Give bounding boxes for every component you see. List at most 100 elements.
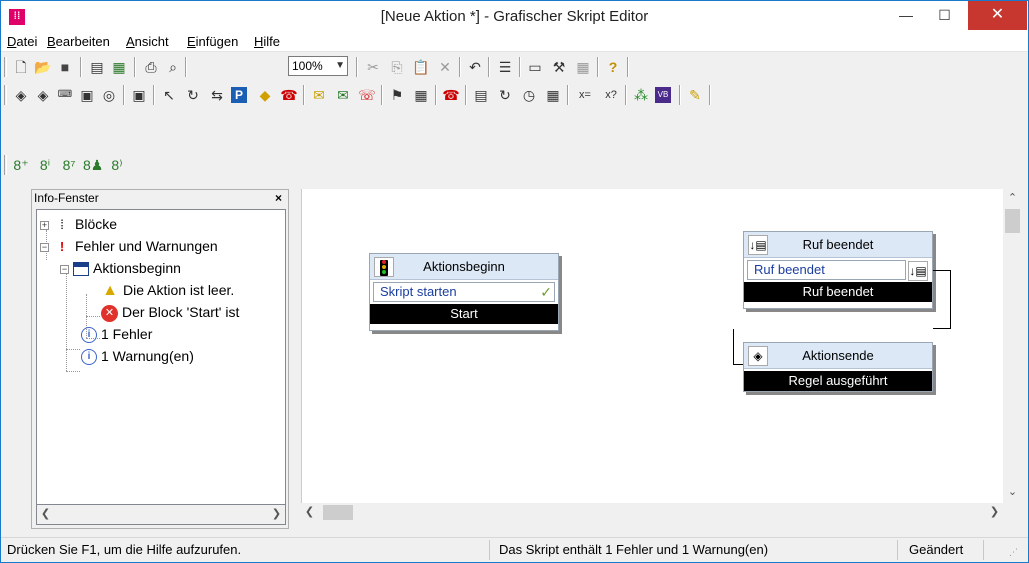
scroll-down-icon[interactable]: ⌄	[1004, 483, 1021, 501]
block-aktionsbeginn[interactable]: Aktionsbeginn Skript starten ✓ Start	[369, 253, 559, 331]
block-ruf-beendet[interactable]: ↓▤ Ruf beendet Ruf beendet ↓▤ Ruf beende…	[743, 231, 933, 309]
scrollbar-thumb[interactable]	[1005, 209, 1020, 233]
phone-handset-icon[interactable]: ☏	[357, 85, 377, 105]
open-icon[interactable]: 📂	[33, 57, 53, 77]
grid-icon[interactable]: ▦	[573, 57, 593, 77]
variables-icon[interactable]: ⚒	[549, 57, 569, 77]
block-group-icon[interactable]: 8⁾	[107, 155, 127, 175]
save-icon[interactable]: ■	[55, 57, 75, 77]
menu-bearbeiten[interactable]: Bearbeiten	[47, 34, 110, 49]
hangup-icon[interactable]: ☎	[441, 85, 461, 105]
tree-item-fehler-und-warnungen[interactable]: −! Fehler und Warnungen	[40, 235, 218, 257]
set-variable-icon[interactable]: x=	[573, 85, 597, 105]
print-preview-icon[interactable]: ⌕	[163, 57, 183, 77]
copy-icon[interactable]: ⎘	[387, 57, 407, 77]
undo-icon[interactable]: ↶	[465, 57, 485, 77]
block-add-icon[interactable]: 8⁺	[11, 155, 31, 175]
date-icon[interactable]: ⚑	[387, 85, 407, 105]
collapse-icon[interactable]: −	[40, 242, 49, 252]
block-header[interactable]: Aktionsbeginn	[370, 254, 558, 280]
scroll-left-icon[interactable]: ❮	[37, 505, 54, 523]
canvas-horizontal-scrollbar[interactable]: ❮ ❯	[301, 503, 1003, 523]
email-icon[interactable]: ✉	[309, 85, 329, 105]
tree-item-aktionsbeginn[interactable]: − Aktionsbeginn	[60, 257, 181, 279]
app-window: ⁞⁞ [Neue Aktion *] - Grafischer Skript E…	[0, 0, 1029, 563]
menu-datei[interactable]: Datei	[7, 34, 37, 49]
caller-id-icon[interactable]: ▤	[471, 85, 491, 105]
status-state: Geändert	[909, 542, 964, 557]
toolbar-separator	[519, 57, 521, 77]
call-queue-icon[interactable]: ↻	[495, 85, 515, 105]
tree-item-warning-count[interactable]: i1 Warnung(en)	[81, 345, 194, 367]
schedule-icon[interactable]: ▦	[543, 85, 563, 105]
parking-icon[interactable]: P	[231, 87, 247, 103]
toolbar-grip[interactable]	[4, 57, 7, 77]
maximize-icon[interactable]: ☐	[922, 1, 967, 30]
block-output-row[interactable]: Skript starten ✓	[373, 282, 555, 302]
properties-icon[interactable]: ▤	[87, 57, 107, 77]
scroll-right-icon[interactable]: ❯	[986, 503, 1003, 521]
block-aktionsende[interactable]: ◈ Aktionsende Regel ausgeführt	[743, 342, 933, 392]
email-send-icon[interactable]: ✉	[333, 85, 353, 105]
keypad-123-icon[interactable]: ⌨	[55, 85, 75, 105]
vb-icon[interactable]: VB	[655, 87, 671, 103]
tree-item-error-count[interactable]: i1 Fehler	[81, 323, 152, 345]
calendar-icon[interactable]: ▦	[411, 85, 431, 105]
block-header[interactable]: ↓▤ Ruf beendet	[744, 232, 932, 258]
decision-icon[interactable]: ◆	[255, 85, 275, 105]
call-pickup-icon[interactable]: ⇆	[207, 85, 227, 105]
call-transfer-icon[interactable]: ↻	[183, 85, 203, 105]
call-forward-icon[interactable]: ↖	[159, 85, 179, 105]
voicemail-icon[interactable]: ◎	[99, 85, 119, 105]
minimize-icon[interactable]: —	[891, 1, 921, 30]
block-icon[interactable]: ▭	[525, 57, 545, 77]
block-header[interactable]: ◈ Aktionsende	[744, 343, 932, 369]
menu-einfuegen[interactable]: Einfügen	[187, 34, 238, 49]
call-list-icon[interactable]: ☎	[279, 85, 299, 105]
toolbar-separator	[465, 85, 467, 105]
clock-icon[interactable]: ◷	[519, 85, 539, 105]
toolbar-grip[interactable]	[4, 85, 7, 105]
close-icon[interactable]: ✕	[968, 1, 1027, 30]
tree-item-bloecke[interactable]: + ⁞ Blöcke	[40, 213, 117, 235]
menu-ansicht[interactable]: Ansicht	[126, 34, 169, 49]
paste-icon[interactable]: 📋	[411, 57, 431, 77]
tree-item-error[interactable]: ✕ Der Block 'Start' ist	[101, 301, 239, 323]
canvas-vertical-scrollbar[interactable]: ⌃ ⌄	[1003, 189, 1022, 503]
delete-icon[interactable]: ✕	[435, 57, 455, 77]
scroll-up-icon[interactable]: ⌃	[1004, 189, 1021, 207]
query-variable-icon[interactable]: x?	[599, 85, 623, 105]
toolbar-grip[interactable]	[4, 155, 7, 175]
expand-icon[interactable]: +	[40, 220, 49, 230]
block-info-icon[interactable]: 8ⁱ	[35, 155, 55, 175]
tree-item-label: Blöcke	[75, 216, 118, 232]
info-tree-horizontal-scrollbar[interactable]: ❮ ❯	[36, 505, 286, 525]
cut-icon[interactable]: ✂	[363, 57, 383, 77]
script-icon[interactable]: ⁂	[631, 85, 651, 105]
menu-hilfe[interactable]: Hilfe	[254, 34, 280, 49]
status-bar: Drücken Sie F1, um die Hilfe aufzurufen.…	[1, 537, 1028, 562]
script-canvas[interactable]: Aktionsbeginn Skript starten ✓ Start ↓▤ …	[301, 189, 1003, 503]
info-panel-close-button[interactable]: ×	[275, 190, 282, 206]
resize-grip-icon[interactable]: ⋰	[1009, 547, 1018, 558]
help-icon[interactable]: ?	[603, 57, 623, 77]
block-user-icon[interactable]: 8♟	[83, 155, 103, 175]
list-icon[interactable]: ☰	[495, 57, 515, 77]
recorder-icon[interactable]: ▣	[129, 85, 149, 105]
tree-item-warning[interactable]: ▲ Die Aktion ist leer.	[101, 279, 234, 301]
scroll-right-icon[interactable]: ❯	[268, 505, 285, 523]
start-action-icon[interactable]: ◈	[11, 85, 31, 105]
zoom-select[interactable]: 100% ▼	[288, 56, 348, 76]
block-output-row[interactable]: Ruf beendet	[747, 260, 906, 280]
notepad-icon[interactable]: ✎	[685, 85, 705, 105]
keypad-icon[interactable]: ▣	[77, 85, 97, 105]
new-icon[interactable]: 🗋	[11, 57, 31, 77]
block-edit-icon[interactable]: 8⁷	[59, 155, 79, 175]
end-action-icon[interactable]: ◈	[33, 85, 53, 105]
sort-icon[interactable]: ▦	[109, 57, 129, 77]
status-divider	[489, 540, 490, 560]
collapse-icon[interactable]: −	[60, 264, 69, 274]
scroll-left-icon[interactable]: ❮	[301, 503, 318, 521]
scrollbar-thumb[interactable]	[323, 505, 353, 520]
print-icon[interactable]: ⎙	[141, 57, 161, 77]
